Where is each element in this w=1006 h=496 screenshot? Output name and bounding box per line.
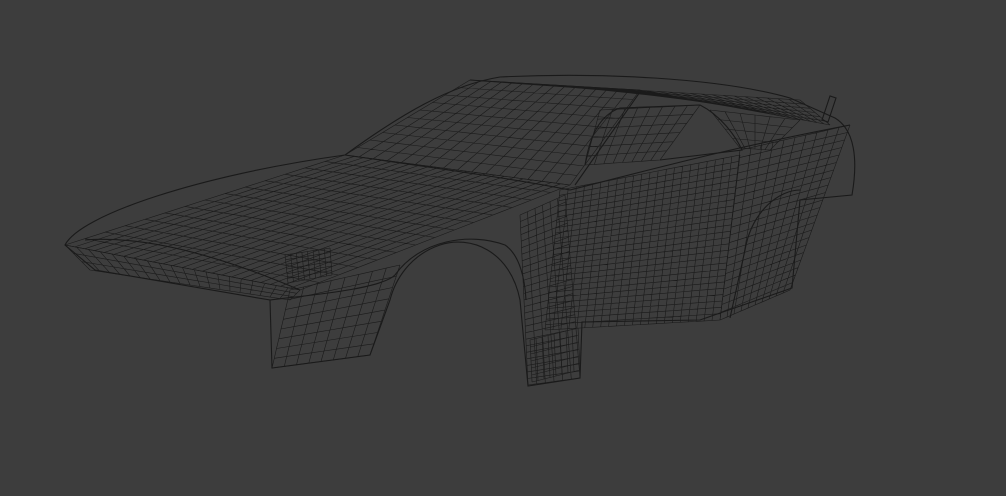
car-wireframe-mesh[interactable]: [0, 0, 1006, 496]
windshield-mesh: [344, 79, 641, 186]
body-silhouette: [64, 74, 856, 387]
side-window-mesh: [584, 104, 701, 166]
3d-viewport[interactable]: [0, 0, 1006, 496]
hood-mesh: [64, 154, 571, 291]
side-vent: [529, 327, 581, 383]
headlight-line: [84, 238, 301, 291]
front-vent: [284, 247, 333, 284]
front-fender-mesh: [271, 264, 401, 369]
side-window-frame: [584, 104, 743, 166]
door-panel-mesh: [544, 154, 741, 331]
roof-mesh: [469, 79, 831, 126]
